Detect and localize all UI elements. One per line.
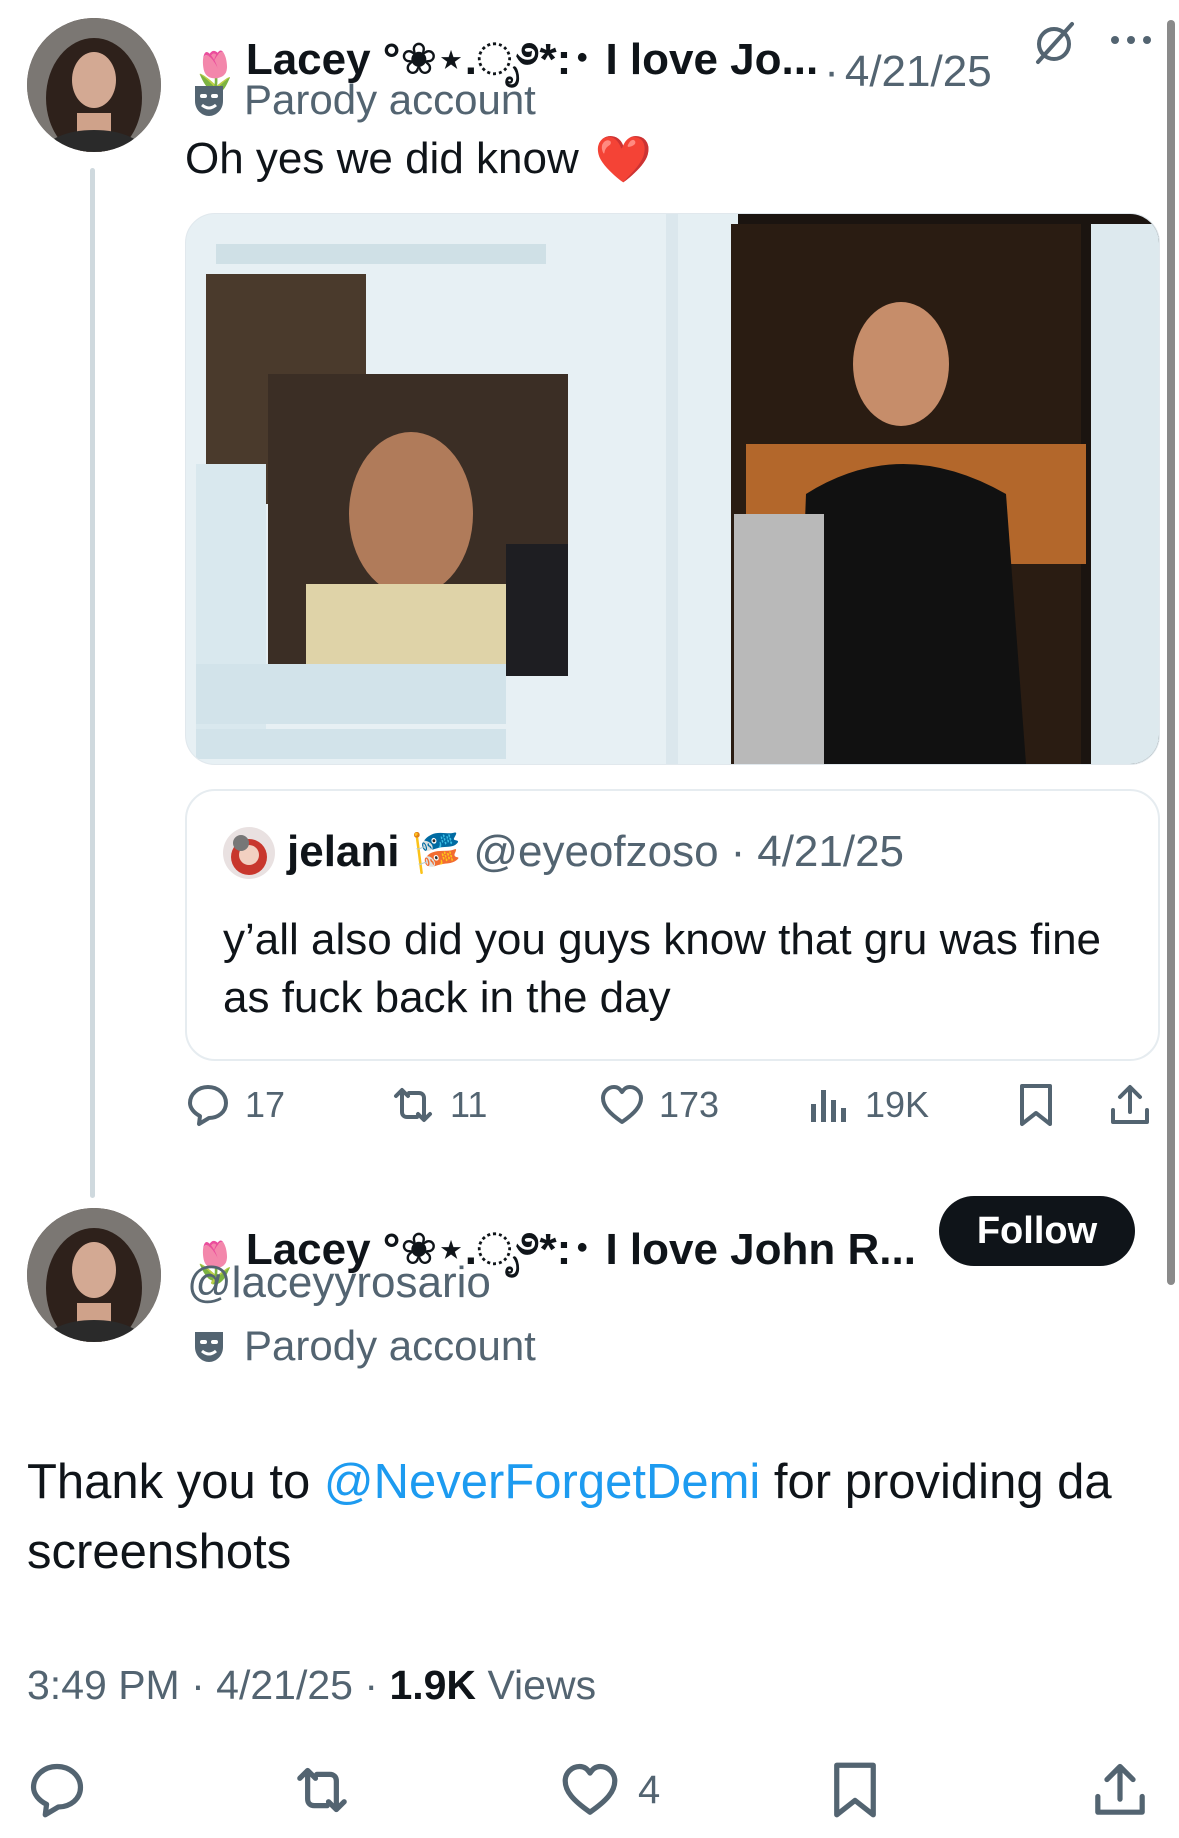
like-count: 173 <box>659 1084 720 1125</box>
like-icon <box>562 1763 618 1815</box>
mention-link[interactable]: @NeverForgetDemi <box>324 1455 760 1509</box>
bookmark-button-2[interactable] <box>825 1760 885 1825</box>
thread-line <box>90 168 95 1198</box>
parody-mask-icon <box>195 86 223 116</box>
avatar-2[interactable] <box>27 1208 161 1342</box>
reply-icon <box>30 1763 84 1818</box>
tweet2-meta: 3:49 PM · 4/21/25 · 1.9K Views <box>27 1662 596 1709</box>
views-button[interactable]: 19K <box>805 1082 929 1128</box>
parody-mask-icon <box>195 1332 223 1362</box>
meta-separator-2: · <box>364 1662 379 1708</box>
tweet1-action-bar: 17 11 173 19K <box>185 1082 1155 1138</box>
like-icon <box>601 1085 643 1124</box>
views-label: Views <box>487 1662 597 1708</box>
follow-button[interactable]: Follow <box>939 1196 1135 1266</box>
tweet2-text: Thank you to @NeverForgetDemi for provid… <box>27 1447 1157 1587</box>
media-photos <box>186 214 1159 764</box>
user-handle[interactable]: @laceyyrosario <box>187 1258 491 1308</box>
repost-button[interactable]: 11 <box>390 1082 487 1128</box>
bookmark-icon <box>1020 1084 1052 1126</box>
heart-emoji: ❤️ <box>594 133 653 185</box>
share-button-2[interactable] <box>1090 1760 1150 1825</box>
repost-icon <box>394 1088 432 1122</box>
tweet-media[interactable] <box>185 213 1160 765</box>
parody-label: Parody account <box>244 76 536 123</box>
share-icon <box>1095 1763 1145 1815</box>
bookmark-button[interactable] <box>1013 1082 1059 1128</box>
avatar-image <box>27 18 161 152</box>
tweet-time[interactable]: 3:49 PM <box>27 1662 180 1708</box>
quote-handle: @eyeofzoso <box>473 827 719 876</box>
views-count-2: 1.9K <box>389 1662 477 1708</box>
quote-display-name: jelani <box>287 827 400 876</box>
like-button[interactable]: 173 <box>599 1082 719 1128</box>
date-separator: · <box>824 47 839 96</box>
quoted-tweet[interactable]: jelani 🎏 @eyeofzoso · 4/21/25 y’all also… <box>185 789 1160 1061</box>
reply-button[interactable]: 17 <box>185 1082 285 1128</box>
share-icon <box>1111 1085 1149 1124</box>
like-count-2: 4 <box>638 1767 661 1812</box>
views-icon <box>811 1090 846 1122</box>
reply-button-2[interactable] <box>27 1760 87 1825</box>
reply-count: 17 <box>245 1084 286 1125</box>
tweet1-text-row: Oh yes we did know ❤️ <box>185 130 652 188</box>
reply-icon <box>188 1085 228 1126</box>
bookmark-icon <box>834 1762 876 1818</box>
grok-icon[interactable] <box>1030 18 1078 66</box>
views-count: 19K <box>865 1084 930 1125</box>
avatar[interactable] <box>27 18 161 152</box>
repost-icon <box>297 1767 347 1813</box>
quote-avatar <box>223 827 275 879</box>
share-button[interactable] <box>1107 1082 1153 1128</box>
meta-separator-1: · <box>191 1662 205 1708</box>
tweet2-action-bar: 4 <box>0 1760 1179 1830</box>
parody-label-2: Parody account <box>244 1322 536 1369</box>
quote-header: jelani 🎏 @eyeofzoso · 4/21/25 <box>287 827 904 877</box>
parody-label-row: Parody account <box>190 76 536 124</box>
like-button-2[interactable]: 4 <box>560 1760 660 1820</box>
more-icon[interactable] <box>1108 22 1154 58</box>
tweet2-text-before: Thank you to <box>27 1455 324 1509</box>
avatar-image-2 <box>27 1208 161 1342</box>
tweet-text: Oh yes we did know <box>185 134 579 183</box>
carp-streamer-emoji: 🎏 <box>411 830 462 875</box>
quote-date: 4/21/25 <box>757 827 905 876</box>
parody-label-row-2: Parody account <box>190 1322 536 1370</box>
quote-date-separator: · <box>730 827 746 876</box>
repost-button-2[interactable] <box>292 1760 352 1825</box>
quote-text: y’all also did you guys know that gru wa… <box>223 915 1102 1022</box>
repost-count: 11 <box>450 1084 488 1125</box>
scrollbar[interactable] <box>1167 20 1175 1285</box>
tweet-date-2[interactable]: 4/21/25 <box>216 1662 353 1708</box>
tweet-date[interactable]: 4/21/25 <box>845 47 992 97</box>
